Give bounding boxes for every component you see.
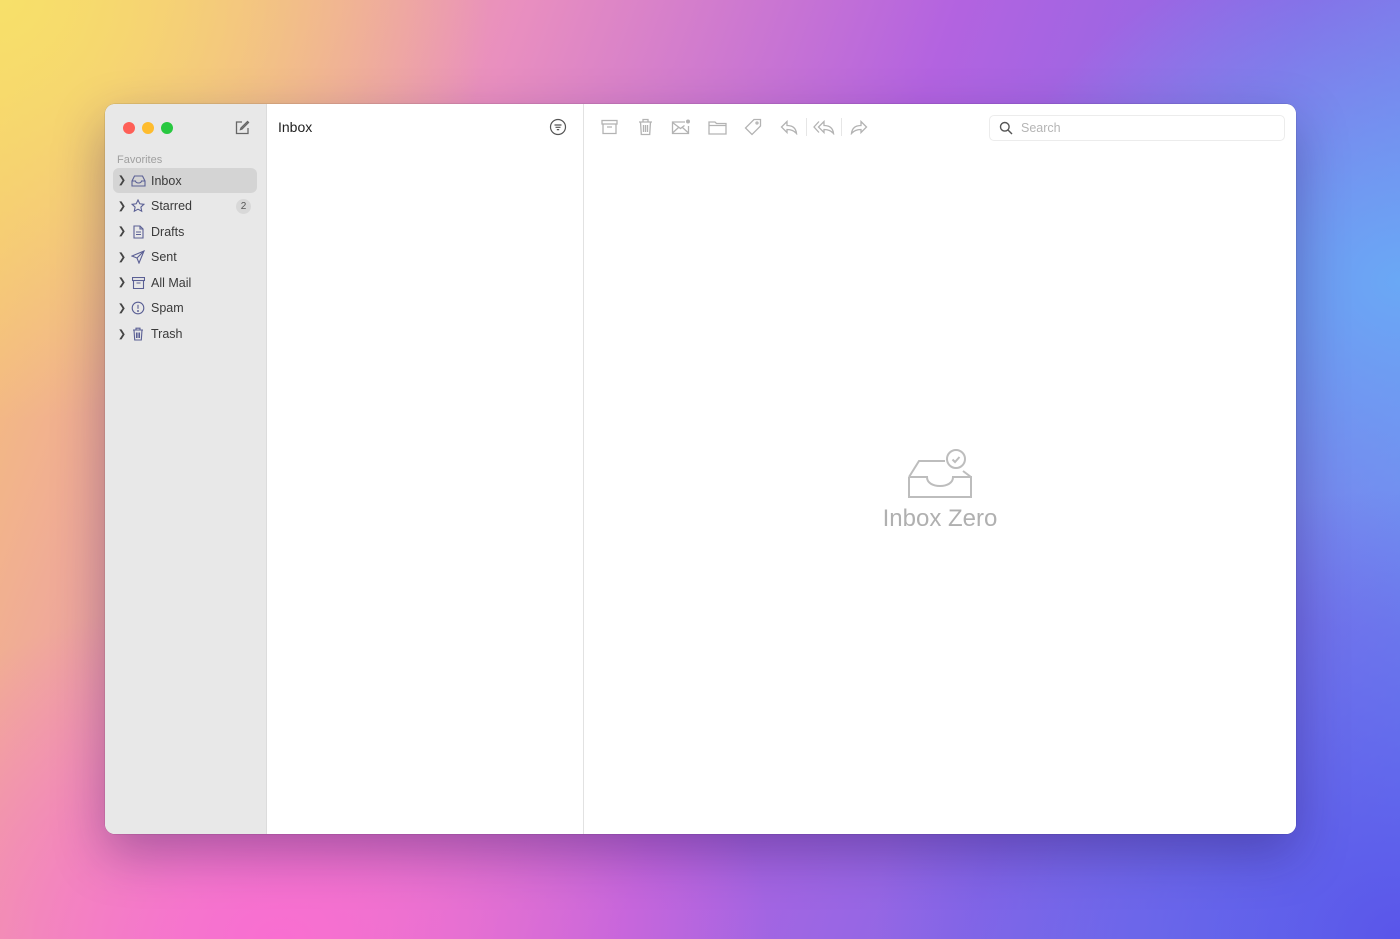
- tag-icon: [744, 118, 762, 136]
- chevron-right-icon[interactable]: ❯: [115, 329, 129, 340]
- sidebar-item-spam[interactable]: ❯ Spam: [113, 296, 257, 321]
- chevron-right-icon[interactable]: ❯: [115, 303, 129, 314]
- archive-button[interactable]: [598, 116, 620, 138]
- mail-window: Favorites ❯ Inbox ❯ Starred 2 ❯ Drafts ❯…: [105, 104, 1296, 834]
- mark-unread-button[interactable]: [670, 116, 692, 138]
- sidebar-item-label: Drafts: [151, 224, 185, 239]
- search-icon: [999, 121, 1013, 135]
- reading-pane: Inbox Zero: [584, 104, 1296, 834]
- sidebar-item-label: Inbox: [151, 173, 182, 188]
- filter-icon: [549, 118, 567, 136]
- trash-icon: [130, 326, 146, 342]
- search-field[interactable]: [989, 115, 1285, 141]
- empty-state: Inbox Zero: [584, 447, 1296, 533]
- inbox-check-icon: [908, 449, 972, 498]
- reply-button[interactable]: [778, 116, 800, 138]
- reply-all-button[interactable]: [813, 116, 835, 138]
- folder-icon: [707, 120, 727, 135]
- message-list-pane: Inbox: [267, 104, 584, 834]
- chevron-right-icon[interactable]: ❯: [115, 226, 129, 237]
- forward-icon: [850, 119, 868, 135]
- sidebar-item-label: Trash: [151, 327, 183, 342]
- unread-count-badge: 2: [236, 198, 251, 214]
- minimize-button[interactable]: [142, 122, 154, 134]
- exclamation-circle-icon: [130, 300, 146, 316]
- document-icon: [130, 224, 146, 240]
- archive-icon: [600, 119, 618, 135]
- move-to-folder-button[interactable]: [706, 116, 728, 138]
- sidebar-nav: ❯ Inbox ❯ Starred 2 ❯ Drafts ❯ Sent ❯ Al…: [113, 168, 257, 347]
- sidebar-item-all-mail[interactable]: ❯ All Mail: [113, 270, 257, 295]
- trash-button[interactable]: [634, 116, 656, 138]
- trash-icon: [638, 118, 652, 136]
- chevron-right-icon[interactable]: ❯: [115, 252, 129, 263]
- tag-button[interactable]: [742, 116, 764, 138]
- chevron-right-icon[interactable]: ❯: [115, 277, 129, 288]
- reply-all-icon: [813, 119, 835, 135]
- empty-state-title: Inbox Zero: [882, 505, 998, 532]
- filter-button[interactable]: [549, 118, 567, 136]
- sidebar-item-sent[interactable]: ❯ Sent: [113, 245, 257, 270]
- toolbar-divider: [806, 118, 807, 136]
- paper-plane-icon: [130, 249, 146, 265]
- chevron-right-icon[interactable]: ❯: [115, 201, 129, 212]
- envelope-dot-icon: [671, 119, 690, 135]
- compose-icon: [235, 120, 250, 135]
- sidebar-item-label: Spam: [151, 301, 184, 316]
- maximize-button[interactable]: [161, 122, 173, 134]
- sidebar-item-trash[interactable]: ❯ Trash: [113, 322, 257, 347]
- sidebar: Favorites ❯ Inbox ❯ Starred 2 ❯ Drafts ❯…: [105, 104, 267, 834]
- sidebar-item-label: All Mail: [151, 275, 192, 290]
- sidebar-item-label: Sent: [151, 250, 177, 265]
- archive-icon: [130, 275, 146, 291]
- favorites-label: Favorites: [117, 154, 163, 166]
- sidebar-item-label: Starred: [151, 199, 192, 214]
- forward-button[interactable]: [848, 116, 870, 138]
- close-button[interactable]: [123, 122, 135, 134]
- mailbox-title: Inbox: [278, 119, 313, 135]
- message-toolbar: [598, 116, 884, 138]
- reply-icon: [780, 119, 798, 135]
- inbox-icon: [130, 173, 146, 189]
- sidebar-item-inbox[interactable]: ❯ Inbox: [113, 168, 257, 193]
- toolbar-divider: [841, 118, 842, 136]
- compose-button[interactable]: [233, 119, 251, 137]
- sidebar-item-starred[interactable]: ❯ Starred 2: [113, 194, 257, 219]
- chevron-right-icon[interactable]: ❯: [115, 175, 129, 186]
- search-input[interactable]: [1019, 120, 1284, 136]
- sidebar-item-drafts[interactable]: ❯ Drafts: [113, 219, 257, 244]
- star-icon: [130, 198, 146, 214]
- traffic-lights: [123, 122, 173, 134]
